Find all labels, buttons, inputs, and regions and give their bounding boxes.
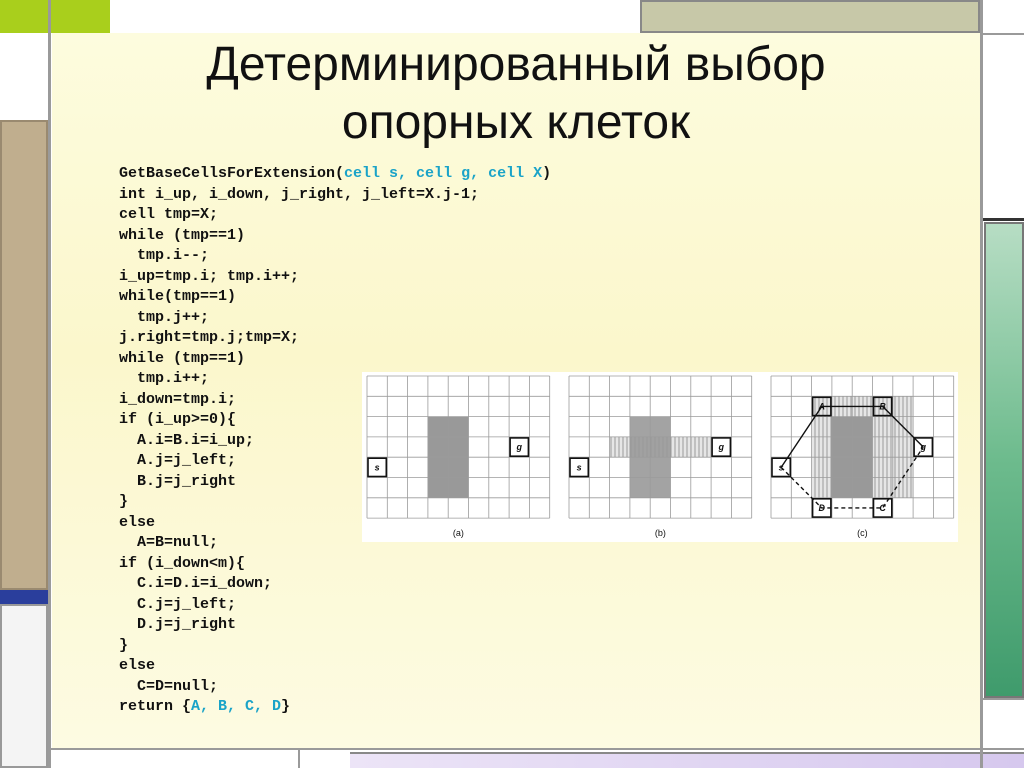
frame-line-right bbox=[980, 0, 983, 768]
code-return-vars: A, B, C, D bbox=[191, 698, 282, 715]
code-line: C=D=null; bbox=[119, 677, 219, 695]
panel-label: (b) bbox=[655, 528, 666, 538]
panel-label: (a) bbox=[453, 528, 464, 538]
green-accent-block bbox=[0, 0, 110, 33]
goal-label: g bbox=[516, 442, 523, 452]
code-line: C.i=D.i=i_down; bbox=[119, 575, 273, 592]
code-line: while (tmp==1) bbox=[119, 226, 246, 244]
code-line: tmp.j++; bbox=[119, 308, 210, 326]
code-line: int i_up, i_down, j_right, j_left=X.j-1; bbox=[119, 185, 480, 203]
grey-left-bar bbox=[0, 604, 48, 768]
panel-label: (c) bbox=[857, 528, 868, 538]
frame-line-right-mid bbox=[983, 218, 1024, 221]
frame-line-left bbox=[48, 0, 51, 768]
frame-line-bottom bbox=[48, 748, 1024, 750]
lavender-bottom-bar bbox=[350, 752, 1024, 768]
code-arguments: cell s, cell g, cell X bbox=[344, 165, 543, 182]
code-paren-close: ) bbox=[542, 165, 552, 182]
code-return-keyword: return { bbox=[119, 698, 192, 715]
start-label: s bbox=[375, 462, 380, 472]
code-line-return: return {A, B, C, D} bbox=[119, 697, 551, 718]
code-line: if (i_down<m){ bbox=[119, 554, 246, 572]
code-line: i_up=tmp.i; tmp.i++; bbox=[119, 267, 300, 285]
goal-label: g bbox=[718, 442, 725, 452]
title-line-2: опорных клеток bbox=[341, 96, 691, 149]
code-line: j.right=tmp.j;tmp=X; bbox=[119, 329, 300, 346]
code-line: } bbox=[119, 636, 129, 654]
code-line: while(tmp==1) bbox=[119, 288, 237, 305]
start-label: s bbox=[577, 462, 582, 472]
code-line: tmp.i--; bbox=[119, 247, 210, 264]
code-brace-close: } bbox=[281, 698, 291, 715]
code-line: cell tmp=X; bbox=[119, 206, 219, 223]
code-line: D.j=j_right bbox=[119, 616, 237, 633]
grid-figure-svg: sg(a)sg(b)sgA BD C(c) bbox=[366, 375, 955, 538]
code-line: else bbox=[119, 657, 156, 674]
slide-title: Детерминированный выбор опорных клеток bbox=[60, 36, 972, 152]
title-line-1: Детерминированный выбор bbox=[206, 38, 826, 91]
code-function-name: GetBaseCellsForExtension( bbox=[119, 165, 345, 182]
frame-line-topright-h bbox=[983, 33, 1024, 35]
grid-figure: s g (a) s g (b) s g A B D C (c) bbox=[362, 372, 958, 542]
code-line: while (tmp==1) bbox=[119, 349, 246, 367]
code-line-signature: GetBaseCellsForExtension(cell s, cell g,… bbox=[119, 164, 551, 185]
tan-left-bar bbox=[0, 120, 48, 590]
code-line: C.j=j_left; bbox=[119, 595, 237, 613]
sea-green-right-bar bbox=[984, 222, 1024, 698]
olive-top-bar bbox=[640, 0, 980, 33]
navy-left-bar bbox=[0, 590, 48, 604]
